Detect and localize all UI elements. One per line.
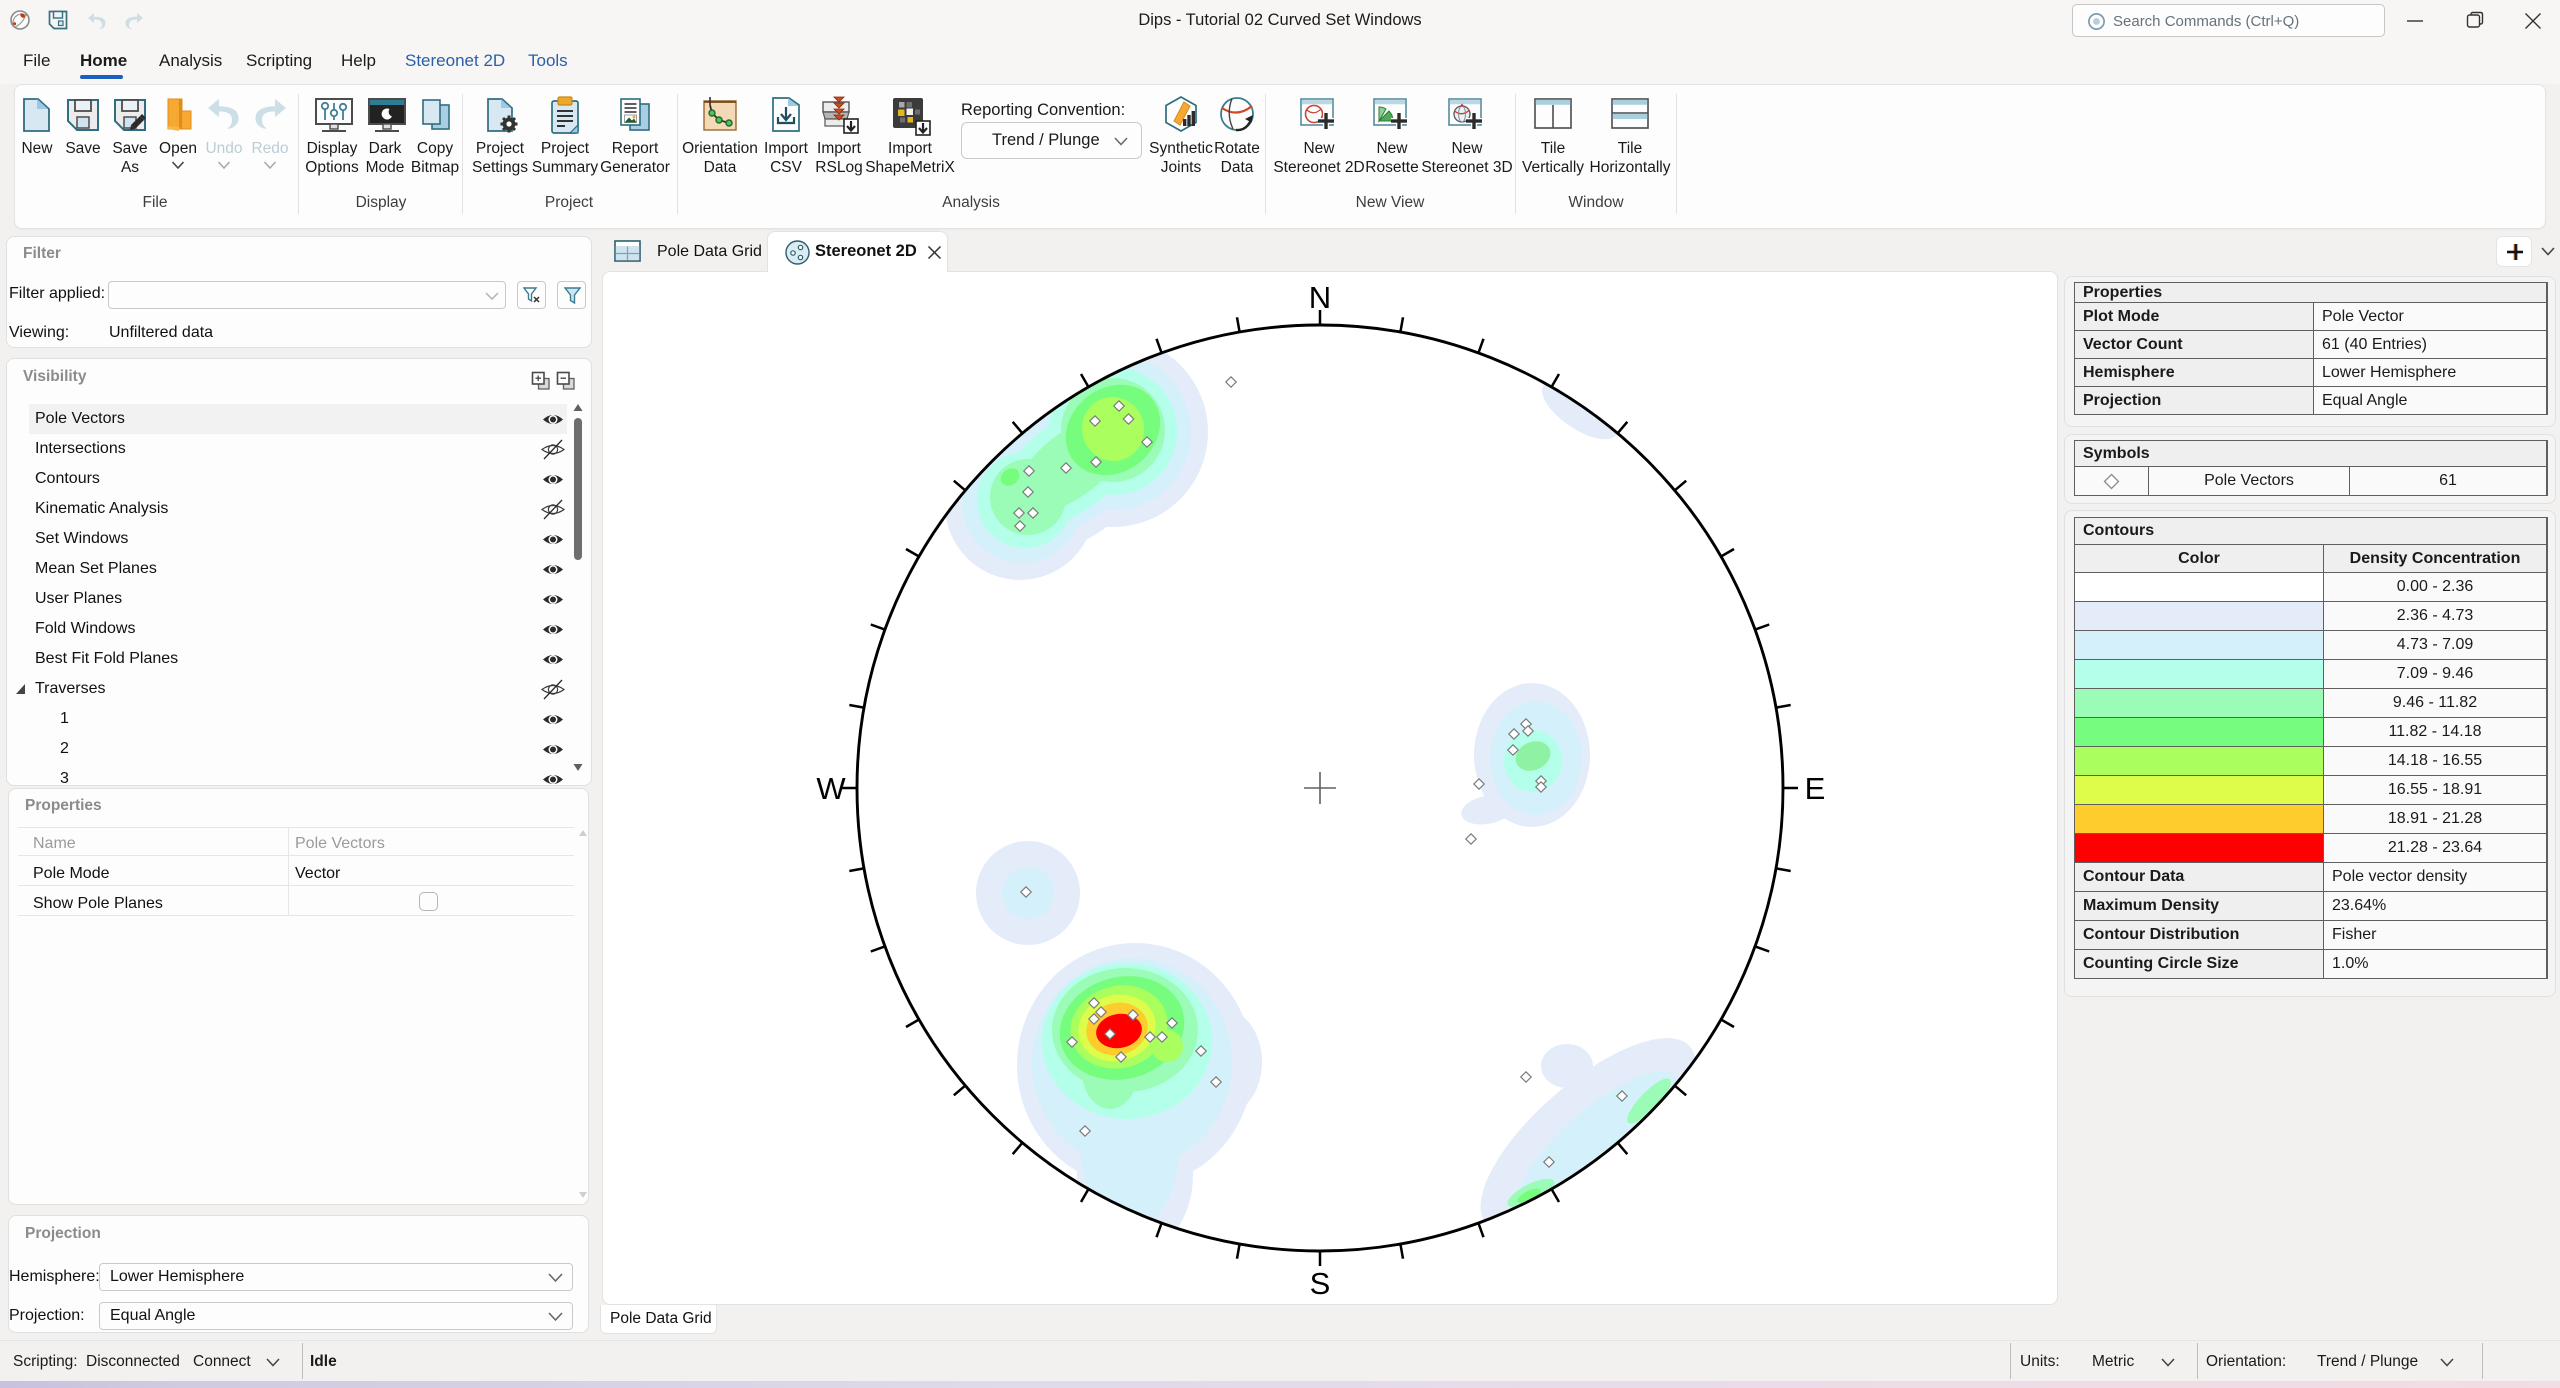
svg-text:W: W bbox=[816, 771, 846, 806]
svg-text:E: E bbox=[1805, 771, 1826, 806]
svg-text:N: N bbox=[1309, 280, 1331, 315]
svg-text:S: S bbox=[1310, 1266, 1331, 1301]
